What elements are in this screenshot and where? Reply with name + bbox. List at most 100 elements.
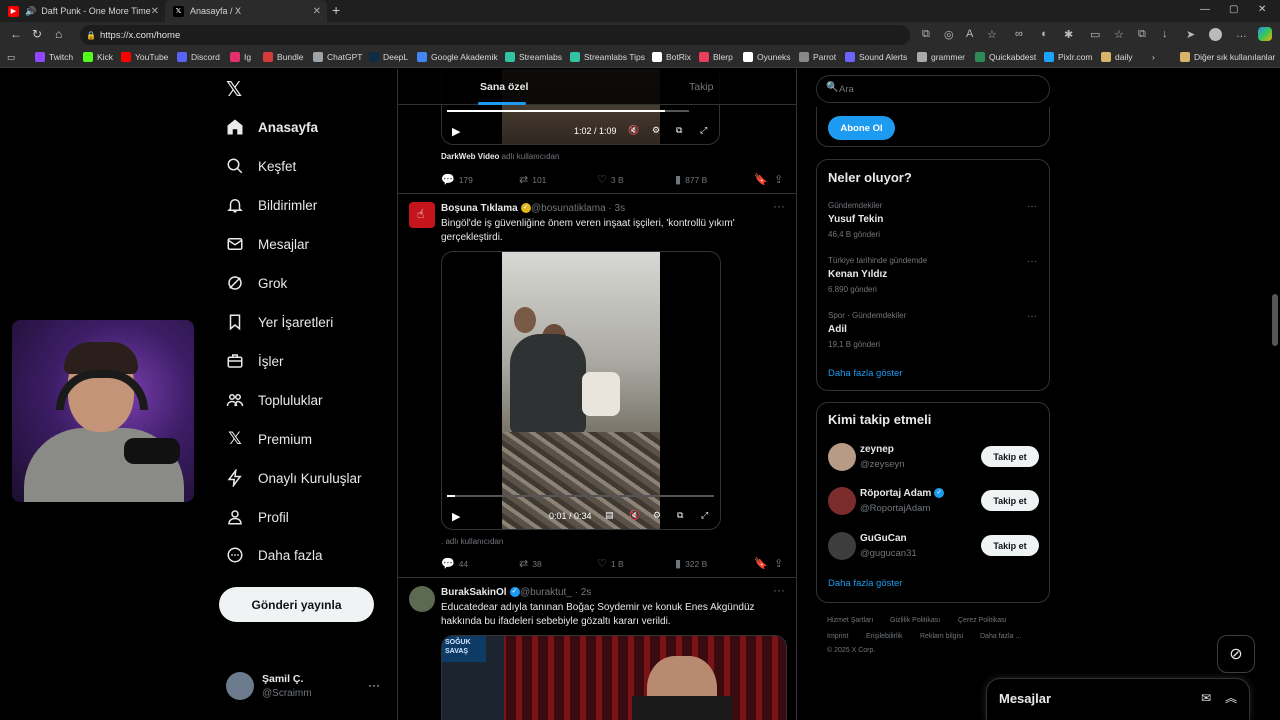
close-tab-icon[interactable]: ✕ (151, 6, 159, 17)
pip-icon[interactable]: ⧉ (677, 510, 683, 521)
chevron-up-icon[interactable]: ︽ (1225, 689, 1237, 706)
favorites-icon[interactable]: ☆ (1114, 28, 1124, 41)
x-logo-icon[interactable]: 𝕏 (226, 77, 248, 101)
settings-gear-icon[interactable]: ⚙ (652, 125, 660, 136)
bookmark-item[interactable]: YouTube (121, 52, 168, 62)
account-switcher[interactable]: Şamil Ç. @Scraimm ··· (226, 670, 386, 704)
profile-avatar[interactable] (1209, 28, 1222, 41)
footer-link[interactable]: Hizmet Şartları (827, 617, 873, 624)
bookmark-item[interactable]: Ig (230, 52, 251, 62)
grok-button[interactable]: ⊘ (1217, 635, 1255, 673)
nav-verified-orgs[interactable]: Onaylı Kuruluşlar (226, 466, 362, 490)
split-screen-icon[interactable]: ▭ (1090, 28, 1100, 41)
follow-suggestion-name[interactable]: GuGuCan (860, 533, 907, 544)
tweet-author[interactable]: Boşuna Tıklama ✓ (441, 203, 531, 214)
copilot-icon[interactable] (1258, 27, 1272, 41)
more-menu-icon[interactable]: … (1236, 28, 1247, 40)
fullscreen-icon[interactable]: ⤢ (701, 510, 708, 521)
repost-button[interactable]: ⇄ 38 (519, 557, 542, 570)
reply-button[interactable]: 💬 44 (441, 557, 468, 570)
share-icon[interactable]: ➤ (1186, 28, 1195, 41)
nav-premium[interactable]: 𝕏 Premium (226, 427, 312, 451)
home-browser-icon[interactable]: ⌂ (55, 27, 62, 41)
like-button[interactable]: ♡ 3 B (597, 173, 624, 186)
follow-suggestion-name[interactable]: Röportaj Adam ✓ (860, 488, 945, 499)
bookmark-item[interactable]: Streamlabs (505, 52, 562, 62)
close-tab-icon[interactable]: ✕ (313, 6, 321, 17)
url-field[interactable]: 🔒 https://x.com/home (80, 25, 910, 45)
bookmark-item[interactable]: Blerp (699, 52, 733, 62)
window-close-icon[interactable]: ✕ (1258, 4, 1266, 15)
mute-icon[interactable]: 🔇 (628, 125, 639, 136)
tab-following[interactable]: Takip (689, 81, 714, 93)
bookmark-item[interactable]: Twitch (35, 52, 73, 62)
bookmark-toggle-icon[interactable]: ▭ (7, 52, 15, 63)
bookmark-item[interactable]: DeepL (369, 52, 408, 62)
speaker-icon[interactable]: 🔊 (25, 6, 36, 17)
mute-icon[interactable]: 🔇 (629, 510, 640, 521)
puzzle-icon[interactable]: ✱ (1064, 28, 1073, 41)
post-button[interactable]: Gönderi yayınla (219, 587, 374, 622)
more-dots-icon[interactable]: ··· (773, 199, 785, 213)
more-dots-icon[interactable]: ··· (773, 583, 785, 597)
avatar[interactable] (409, 586, 435, 612)
who-show-more[interactable]: Daha fazla göster (828, 578, 902, 589)
views-button[interactable]: ▮ 877 B (675, 173, 707, 186)
share-button[interactable]: ⇪ (774, 557, 787, 570)
nav-more[interactable]: Daha fazla (226, 543, 323, 567)
fullscreen-icon[interactable]: ⤢ (700, 125, 707, 136)
tweet-author[interactable]: BurakSakinOl ✓ (441, 587, 520, 598)
bookmark-item[interactable]: Bundle (263, 52, 303, 62)
follow-button[interactable]: Takip et (981, 535, 1039, 556)
follow-button[interactable]: Takip et (981, 446, 1039, 467)
extension-2-icon[interactable]: ◖ (1040, 28, 1047, 40)
page-scrollbar[interactable] (1270, 69, 1280, 720)
tab-youtube[interactable]: ▶ 🔊 Daft Punk - One More Time ✕ (0, 0, 165, 22)
views-button[interactable]: ▮ 322 B (675, 557, 707, 570)
read-aloud-icon[interactable]: A (966, 28, 973, 40)
bookmark-item[interactable]: Quickabdest (975, 52, 1036, 62)
nav-profile[interactable]: Profil (226, 505, 289, 529)
repost-button[interactable]: ⇄ 101 (519, 173, 546, 186)
maximize-icon[interactable]: ▢ (1229, 4, 1238, 15)
chevron-right-icon[interactable]: › (1152, 52, 1155, 62)
favorite-star-icon[interactable]: ☆ (987, 28, 997, 41)
settings-gear-icon[interactable]: ⚙ (653, 510, 661, 521)
play-icon[interactable]: ▶ (452, 510, 460, 523)
footer-link[interactable]: Imprint (827, 633, 848, 640)
video-progress-bar[interactable] (447, 110, 689, 112)
follow-button[interactable]: Takip et (981, 490, 1039, 511)
scrollbar-thumb[interactable] (1272, 294, 1278, 346)
footer-link[interactable]: Daha fazla ... (980, 633, 1021, 640)
avatar[interactable] (828, 487, 856, 515)
nav-bookmarks[interactable]: Yer İşaretleri (226, 310, 333, 334)
bookmark-item[interactable]: Parrot (799, 52, 836, 62)
nav-communities[interactable]: Topluluklar (226, 388, 323, 412)
compose-message-icon[interactable]: ✉ (1201, 691, 1211, 705)
play-icon[interactable]: ▶ (452, 125, 460, 138)
nav-explore[interactable]: Keşfet (226, 154, 296, 178)
nav-messages[interactable]: Mesajlar (226, 232, 309, 256)
captions-icon[interactable]: ▤ (605, 510, 614, 521)
nav-jobs[interactable]: İşler (226, 349, 284, 373)
bookmark-button[interactable]: 🔖 (754, 557, 772, 570)
like-button[interactable]: ♡ 1 B (597, 557, 624, 570)
bookmark-item[interactable]: grammer (917, 52, 965, 62)
avatar[interactable] (828, 532, 856, 560)
bookmark-item[interactable]: Discord (177, 52, 220, 62)
subscribe-button[interactable]: Abone Ol (828, 116, 895, 140)
tweet-image[interactable]: SOĞUK SAVAŞ (441, 635, 787, 720)
footer-link[interactable]: Reklam bilgisi (920, 633, 963, 640)
bookmark-button[interactable]: 🔖 (754, 173, 772, 186)
avatar[interactable] (828, 443, 856, 471)
nav-home[interactable]: Anasayfa (226, 115, 318, 139)
tab-x-home[interactable]: 𝕏 Anasayfa / X ✕ (165, 0, 327, 22)
bookmark-item[interactable]: Kick (83, 52, 113, 62)
trends-show-more[interactable]: Daha fazla göster (828, 368, 902, 379)
download-icon[interactable]: ↓ (1162, 28, 1168, 40)
bookmark-item[interactable]: Pixlr.com (1044, 52, 1092, 62)
tab-actions-icon[interactable]: ⧉ (922, 28, 930, 41)
new-tab-icon[interactable]: + (332, 2, 340, 18)
bookmark-item[interactable]: ChatGPT (313, 52, 362, 62)
search-input[interactable]: 🔍 Ara (816, 75, 1050, 103)
